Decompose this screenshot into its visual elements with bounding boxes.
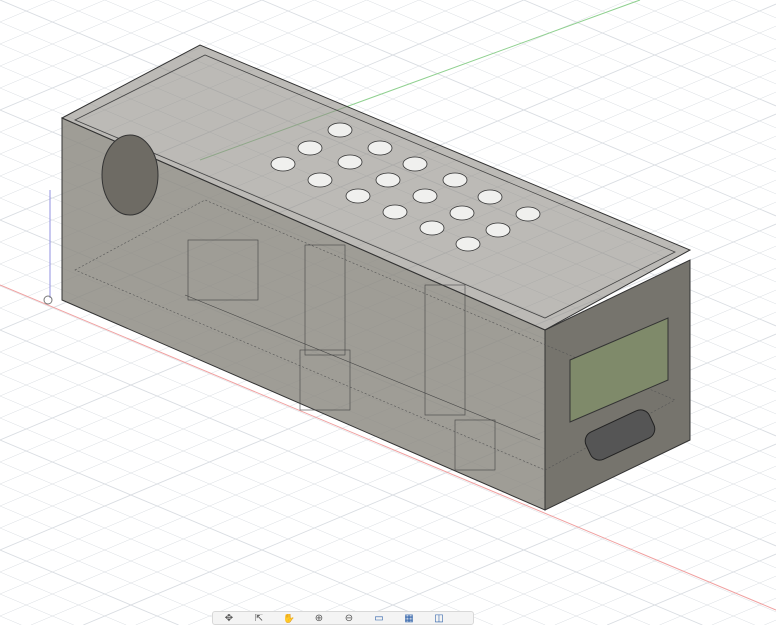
grid-line — [711, 597, 776, 625]
grid-line — [764, 619, 776, 625]
grid-line — [449, 487, 776, 625]
grid-line — [733, 0, 776, 19]
grid-line — [680, 0, 776, 41]
grid-line — [0, 593, 74, 625]
grid-line — [606, 553, 776, 625]
zoom-icon[interactable]: ⊕ — [311, 614, 327, 624]
side-round-hole — [101, 134, 159, 216]
grid-line — [0, 549, 179, 625]
3d-viewport[interactable] — [0, 0, 776, 625]
origin-icon[interactable] — [43, 295, 53, 305]
grid-line — [0, 615, 22, 625]
grid-line — [418, 0, 776, 151]
grid-line — [471, 0, 776, 129]
grid-settings-icon[interactable]: ▦ — [401, 614, 417, 624]
grid-line — [502, 509, 776, 625]
grid-line — [0, 483, 336, 625]
grid-line — [0, 505, 284, 625]
grid-line — [659, 575, 776, 625]
grid-line — [628, 0, 776, 63]
viewports-icon[interactable]: ◫ — [431, 614, 447, 624]
grid-line — [0, 527, 232, 625]
pan-icon[interactable]: ✋ — [281, 614, 297, 624]
grid-line — [523, 0, 776, 107]
grid-line — [554, 531, 776, 625]
navigation-toolbar: ✥ ⇱ ✋ ⊕ ⊖ ▭ ▦ ◫ — [212, 611, 474, 625]
grid-line — [0, 439, 441, 625]
grid-line — [0, 571, 127, 625]
display-settings-icon[interactable]: ▭ — [371, 614, 387, 624]
look-at-icon[interactable]: ⇱ — [251, 614, 267, 624]
zoom-window-icon[interactable]: ⊖ — [341, 614, 357, 624]
orbit-icon[interactable]: ✥ — [221, 614, 237, 624]
